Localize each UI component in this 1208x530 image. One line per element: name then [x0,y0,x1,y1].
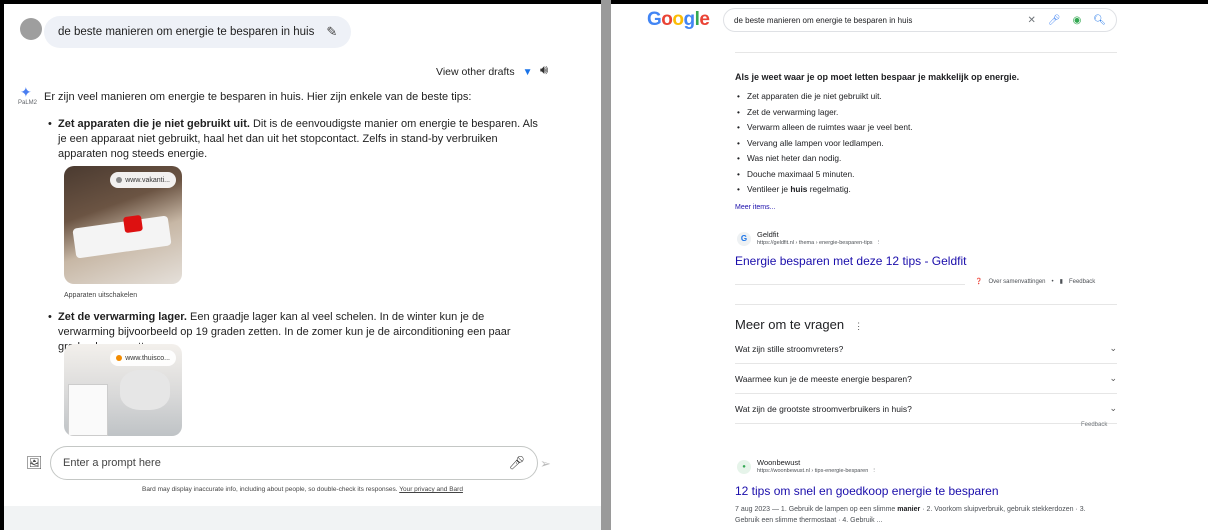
chevron-down-icon: ⌄ [1109,343,1117,353]
people-also-ask-title: Meer om te vragen ⋮ [735,317,864,332]
send-icon[interactable]: ➢ [540,456,551,472]
divider [735,304,1117,305]
help-icon[interactable]: ❓ [975,278,982,285]
chevron-down-icon: ⌄ [1109,403,1117,413]
separator-dot: • [1051,278,1054,285]
microphone-icon[interactable]: 🎤︎ [1048,15,1061,26]
paa-question[interactable]: Waarmee kun je de meeste energie bespare… [735,364,1117,394]
geldfit-favicon-icon: G [737,231,751,246]
divider [735,52,1117,53]
paa-question[interactable]: Wat zijn stille stroomvreters? ⌄ [735,334,1117,364]
red-switch-shape [122,214,144,234]
site-name: Woonbewust [757,458,801,467]
speaker-icon[interactable]: 🔊︎ [540,62,548,78]
feedback-icon[interactable]: ▮ [1060,278,1063,285]
paa-feedback-link[interactable]: Feedback [1081,422,1107,428]
disclaimer: Bard may display inaccurate info, includ… [4,486,601,493]
power-strip-shape [72,215,172,259]
result-snippet: 7 aug 2023 — 1. Gebruik de lampen op een… [735,506,1086,524]
chevron-down-icon: ⌄ [1109,373,1117,383]
model-label: PaLM2 [18,100,38,106]
site-name: Geldfit [757,230,779,239]
featured-snippet-title: Als je weet waar je op moet letten bespa… [735,72,1020,82]
more-items-link[interactable]: Meer items... [735,204,775,211]
list-item: Zet de verwarming lager. [735,107,913,123]
list-item: Verwarm alleen de ruimtes waar je veel b… [735,122,913,138]
list-item: Douche maximaal 5 minuten. [735,169,913,185]
globe-icon [116,177,123,183]
microphone-icon[interactable]: 🎤︎ [508,455,525,471]
divider [735,284,965,285]
about-snippets-link[interactable]: Over samenvattingen [988,279,1045,285]
result-source[interactable]: G Geldfit https://geldfit.nl › thema › e… [737,230,881,247]
disclaimer-text: Bard may display inaccurate info, includ… [142,486,398,493]
prompt-box[interactable]: 🎤︎ [50,446,538,480]
site-url: https://woonbewust.nl › tips-energie-bes… [757,468,877,474]
lens-icon[interactable]: ◉ [1073,15,1082,26]
tip-heading: Zet apparaten die je niet gebruikt uit. [58,118,250,130]
avatar [20,18,42,40]
result-title-link[interactable]: 12 tips om snel en goedkoop energie te b… [735,484,999,498]
radiator-shape [68,384,108,436]
upload-image-icon[interactable]: 🖼︎ [26,455,43,471]
tip-item: Zet apparaten die je niet gebruikt uit. … [48,117,538,162]
prompt-input[interactable] [63,457,509,469]
split-divider[interactable] [601,0,611,530]
result-source[interactable]: ● Woonbewust https://woonbewust.nl › tip… [737,458,877,475]
clear-icon[interactable]: ✕ [1027,15,1035,26]
view-drafts-label: View other drafts [436,66,515,78]
tip-image-radiator[interactable]: www.thuisco... [64,344,182,436]
search-icon[interactable]: 🔍︎ [1093,15,1106,26]
user-query-text: de beste manieren om energie te besparen… [58,26,315,38]
search-box[interactable]: ✕ 🎤︎ ◉ 🔍︎ [723,8,1117,32]
featured-snippet-list: Zet apparaten die je niet gebruikt uit. … [735,91,913,200]
bard-sparkle-icon: ✦ [20,84,32,100]
site-url: https://geldfit.nl › thema › energie-bes… [757,240,882,246]
google-logo[interactable]: Google [647,9,710,31]
response-intro: Er zijn veel manieren om energie te besp… [44,91,472,103]
image-source-chip[interactable]: www.vakanti... [110,172,176,188]
thermostat-knob-shape [120,370,170,410]
google-panel: Google ✕ 🎤︎ ◉ 🔍︎ Als je weet waar je op … [611,4,1208,530]
feedback-link[interactable]: Feedback [1069,279,1095,285]
privacy-link[interactable]: Your privacy and Bard [399,486,463,493]
image-caption: Apparaten uitschakelen [64,292,138,299]
user-query-bubble: de beste manieren om energie te besparen… [44,16,352,48]
result-title-link[interactable]: Energie besparen met deze 12 tips - Geld… [735,254,966,268]
chevron-down-icon: ▼ [522,66,533,78]
image-source-label: www.vakanti... [125,176,170,184]
snippet-feedback-bar: ❓ Over samenvattingen • ▮ Feedback [975,278,1095,286]
image-source-label: www.thuisco... [125,354,170,362]
tip-heading: Zet de verwarming lager. [58,311,187,323]
search-input[interactable] [734,15,1016,25]
edit-icon[interactable]: ✎ [326,24,337,40]
site-favicon-icon [116,355,123,361]
woonbewust-favicon-icon: ● [737,459,751,474]
list-item: Was niet heter dan nodig. [735,153,913,169]
bard-panel: de beste manieren om energie te besparen… [4,4,601,530]
view-drafts-button[interactable]: View other drafts ▼ [436,66,533,78]
tip-image-power-strip[interactable]: www.vakanti... [64,166,182,284]
paa-question[interactable]: Wat zijn de grootste stroomverbruikers i… [735,394,1117,424]
bard-footer-bar [4,506,601,530]
list-item: Zet apparaten die je niet gebruikt uit. [735,91,913,107]
image-source-chip[interactable]: www.thuisco... [110,350,176,366]
list-item: Vervang alle lampen voor ledlampen. [735,138,913,154]
list-item: Ventileer je huis regelmatig. [735,184,913,200]
more-options-icon[interactable]: ⋮ [854,321,863,331]
